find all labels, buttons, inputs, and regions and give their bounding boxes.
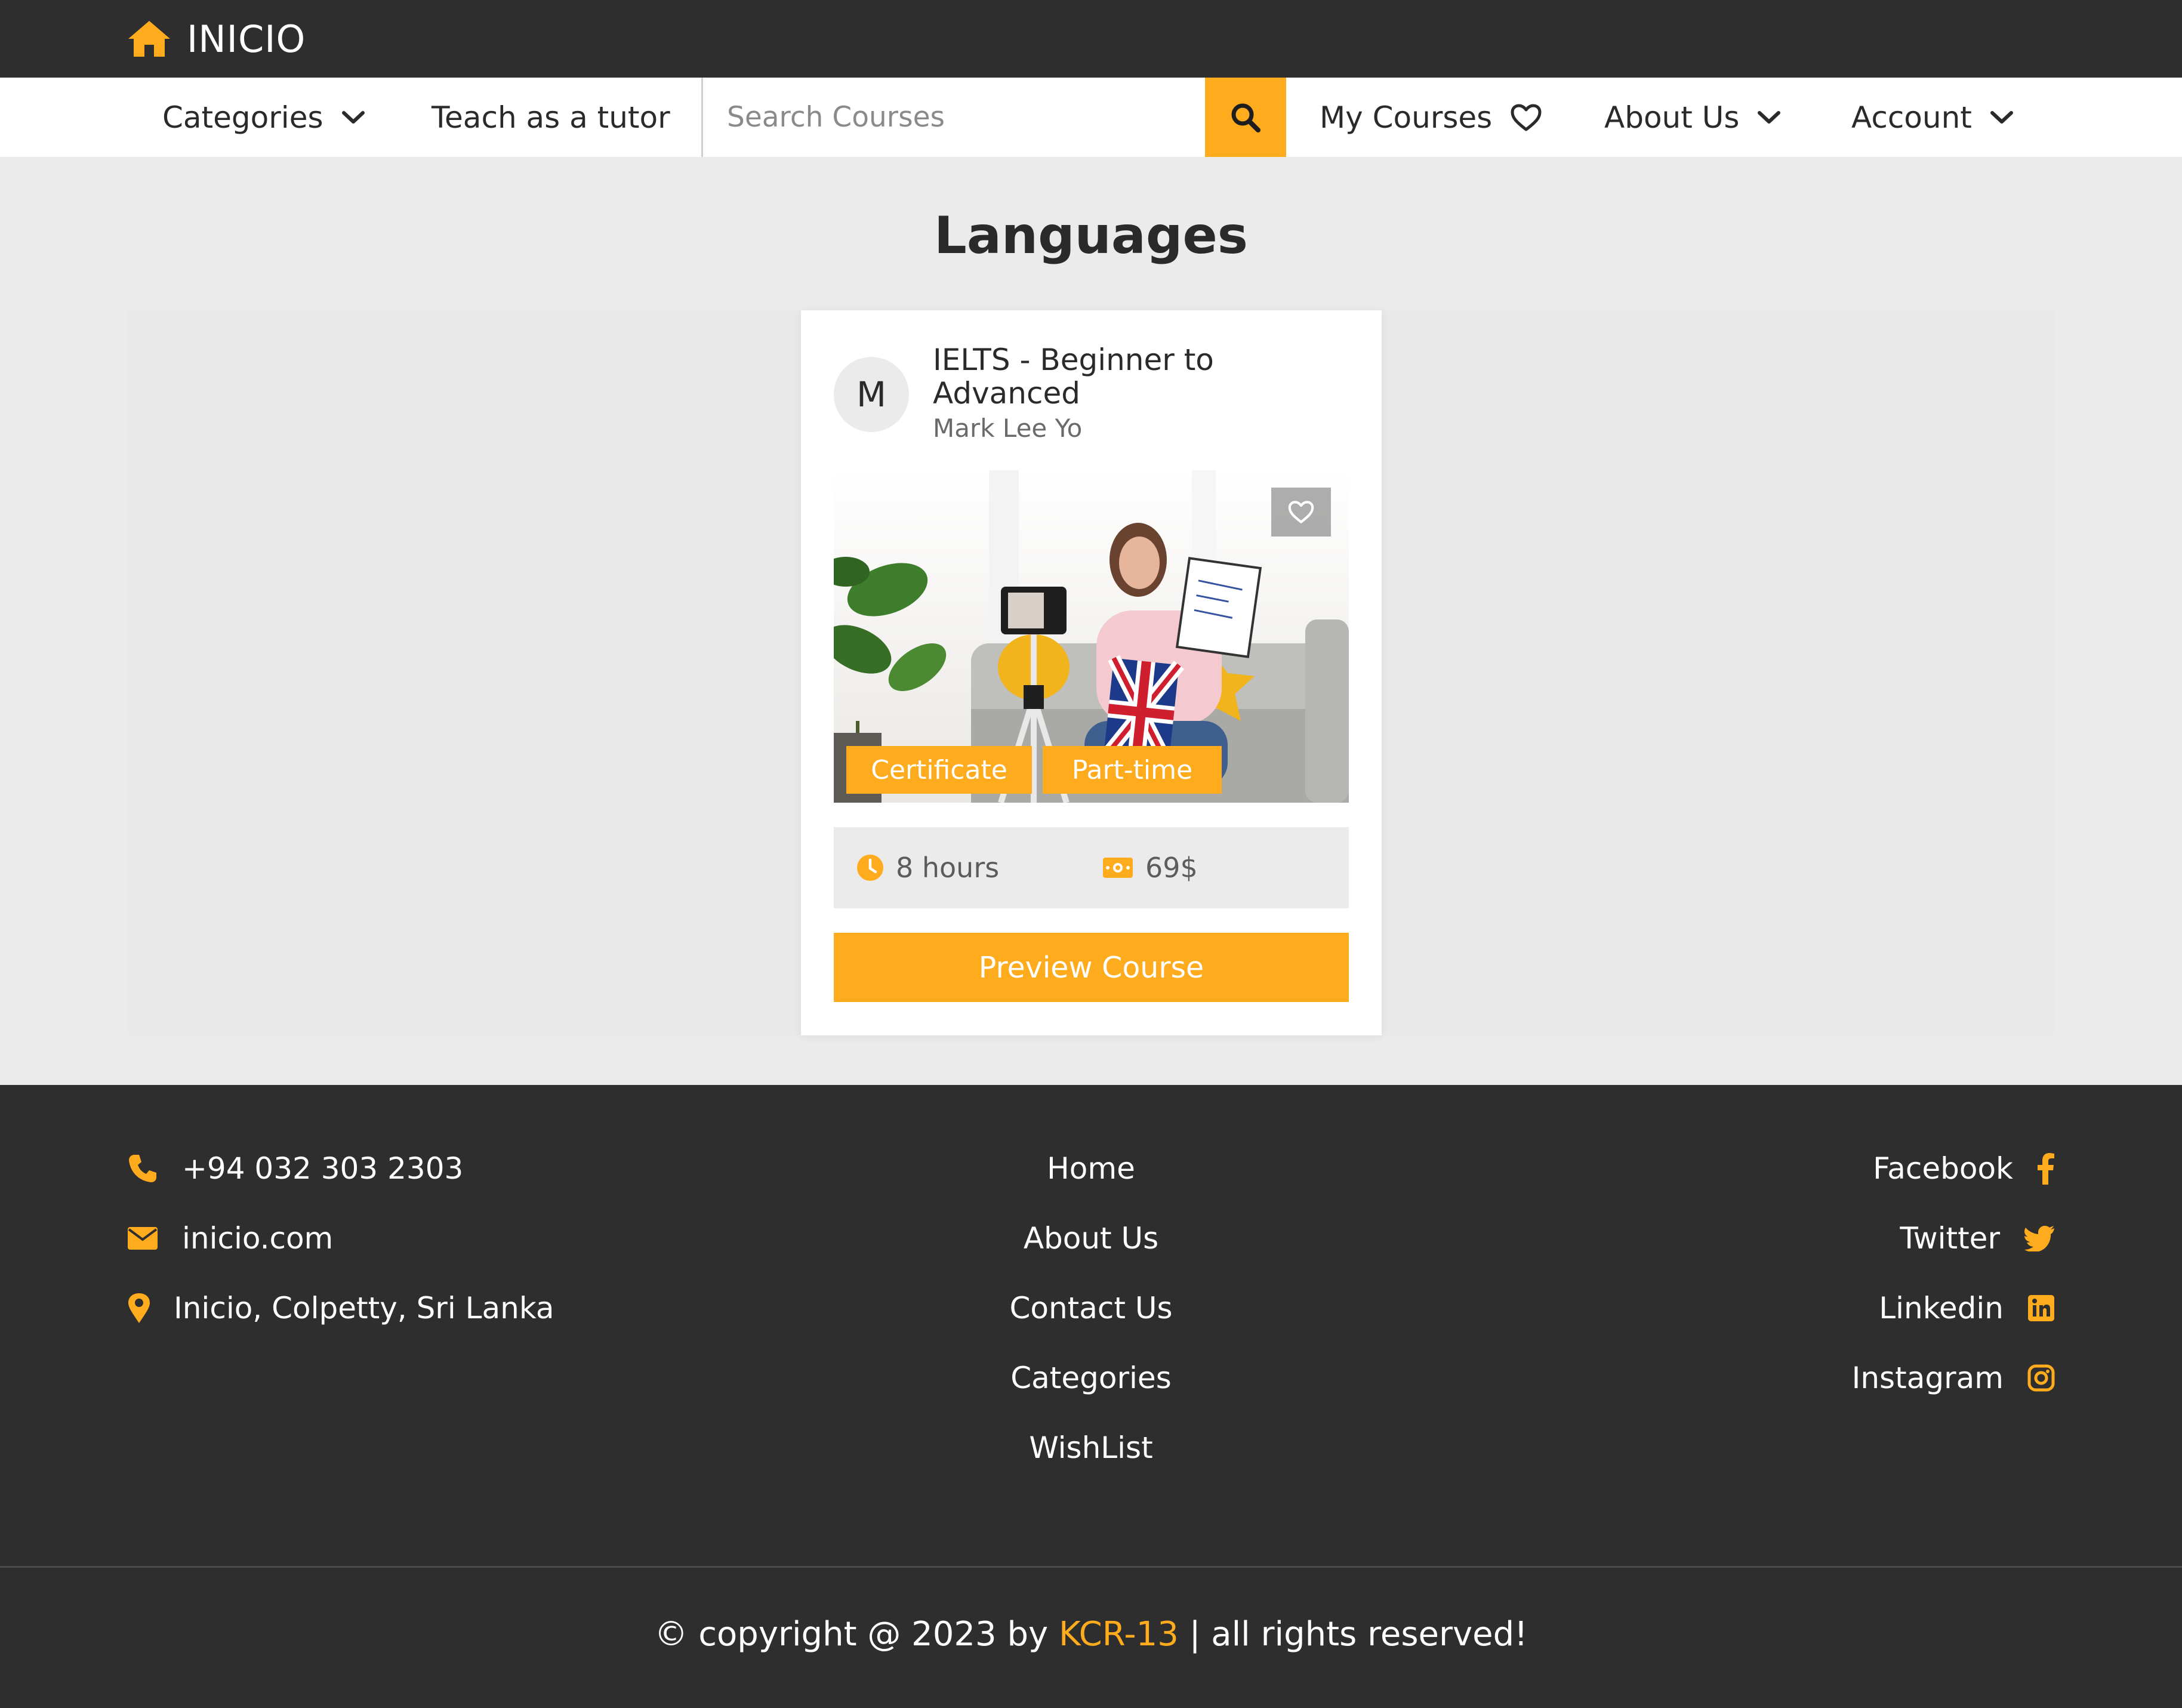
course-card: M IELTS - Beginner to Advanced Mark Lee …	[801, 310, 1382, 1035]
nav-account-label: Account	[1851, 100, 1972, 135]
brand-name: INICIO	[187, 17, 306, 61]
add-to-wishlist-button[interactable]	[1271, 488, 1331, 537]
nav-account-dropdown[interactable]: Account	[1851, 78, 2014, 157]
course-stats: 8 hours 69$	[834, 827, 1349, 908]
nav-bar: Categories Teach as a tutor My Courses A…	[0, 78, 2182, 157]
twitter-icon	[2024, 1225, 2055, 1251]
course-title[interactable]: IELTS - Beginner to Advanced	[933, 343, 1351, 410]
money-bill-icon	[1102, 857, 1133, 878]
home-icon	[127, 20, 171, 58]
tag-certificate: Certificate	[846, 746, 1032, 794]
footer-social-instagram[interactable]: Instagram	[1852, 1354, 2055, 1402]
footer-social-twitter[interactable]: Twitter	[1900, 1214, 2055, 1262]
tutor-avatar: M	[834, 357, 909, 432]
footer-social-twitter-label: Twitter	[1900, 1221, 2000, 1256]
chevron-down-icon	[1990, 110, 2014, 125]
footer-link-contact[interactable]: Contact Us	[0, 1284, 2182, 1332]
nav-about-label: About Us	[1604, 100, 1740, 135]
price-stat: 69$	[1102, 827, 1198, 908]
clock-icon	[856, 854, 884, 881]
copyright-suffix: | all rights reserved!	[1178, 1614, 1528, 1654]
footer-link-wishlist[interactable]: WishList	[0, 1424, 2182, 1472]
top-bar: INICIO	[0, 0, 2182, 78]
copyright-text: © copyright @ 2023 by KCR-13 | all right…	[0, 1610, 2182, 1658]
footer: +94 032 303 2303 inicio.com Inicio, Colp…	[0, 1085, 2182, 1708]
brand-logo[interactable]: INICIO	[127, 17, 306, 61]
linkedin-icon	[2027, 1294, 2055, 1322]
search-icon	[1230, 102, 1261, 133]
footer-social-linkedin-label: Linkedin	[1879, 1291, 2004, 1325]
price-value: 69$	[1145, 852, 1198, 884]
footer-social-linkedin[interactable]: Linkedin	[1879, 1284, 2055, 1332]
footer-link-about[interactable]: About Us	[0, 1214, 2182, 1262]
search-button[interactable]	[1205, 78, 1286, 157]
facebook-icon	[2037, 1152, 2055, 1185]
duration-stat: 8 hours	[856, 827, 999, 908]
nav-my-courses-label: My Courses	[1320, 100, 1493, 135]
footer-social-instagram-label: Instagram	[1851, 1361, 2004, 1395]
search-input[interactable]	[703, 78, 1205, 157]
tutor-name: Mark Lee Yo	[933, 414, 1083, 443]
footer-social-facebook[interactable]: Facebook	[1873, 1145, 2055, 1192]
heart-icon	[1510, 103, 1542, 132]
duration-value: 8 hours	[896, 852, 1000, 884]
nav-teach-label: Teach as a tutor	[432, 100, 670, 135]
nav-categories-dropdown[interactable]: Categories	[162, 78, 365, 157]
footer-divider	[0, 1566, 2182, 1568]
nav-about-dropdown[interactable]: About Us	[1604, 78, 1781, 157]
chevron-down-icon	[341, 110, 365, 125]
preview-course-button[interactable]: Preview Course	[834, 933, 1349, 1002]
nav-my-courses-link[interactable]: My Courses	[1320, 78, 1542, 157]
chevron-down-icon	[1757, 110, 1781, 125]
copyright-prefix: © copyright @ 2023 by	[654, 1614, 1059, 1654]
tag-part-time: Part-time	[1043, 746, 1222, 794]
heart-icon	[1287, 500, 1315, 524]
nav-teach-link[interactable]: Teach as a tutor	[432, 78, 670, 157]
instagram-icon	[2027, 1364, 2055, 1392]
nav-categories-label: Categories	[162, 100, 323, 135]
copyright-brand-link[interactable]: KCR-13	[1059, 1615, 1179, 1654]
search-bar	[701, 78, 1286, 157]
footer-link-home[interactable]: Home	[0, 1145, 2182, 1192]
footer-social-facebook-label: Facebook	[1873, 1151, 2013, 1186]
page-title: Languages	[934, 206, 1248, 266]
